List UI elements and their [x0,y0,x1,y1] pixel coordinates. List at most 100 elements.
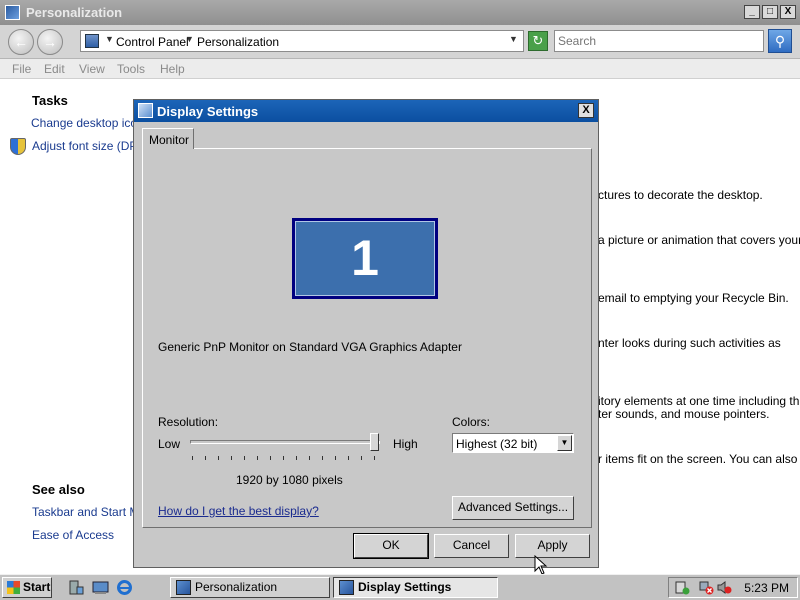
breadcrumb-control-panel[interactable]: Control Panel [116,35,189,49]
search-button[interactable]: ⚲ [768,29,792,53]
taskbar-item-personalization[interactable]: Personalization [170,577,330,598]
slider-tick [309,456,310,460]
mouse-cursor-icon [534,555,548,575]
slider-tick [283,456,284,460]
breadcrumb-personalization[interactable]: Personalization [197,35,279,49]
cancel-button[interactable]: Cancel [434,534,509,558]
close-button[interactable]: X [780,5,796,19]
refresh-button[interactable]: ↻ [528,31,548,51]
change-desktop-icons-link[interactable]: Change desktop icons [31,116,150,130]
taskbar-item-display-settings[interactable]: Display Settings [333,577,498,598]
monitor-tab-panel [142,148,592,528]
slider-tick [374,456,375,460]
slider-tick [231,456,232,460]
clock[interactable]: 5:23 PM [744,581,789,595]
dialog-close-button[interactable]: X [578,103,594,118]
resolution-low-label: Low [158,437,181,451]
network-disconnected-icon[interactable] [699,580,714,595]
slider-tick [257,456,258,460]
shield-icon [10,138,26,155]
dropdown-arrow-icon[interactable]: ▼ [557,435,572,451]
dialog-title: Display Settings [157,104,259,119]
menu-edit[interactable]: Edit [44,62,65,76]
display-settings-dialog: Display Settings X Monitor 1 Generic PnP… [133,99,599,568]
taskbar: Start Personalization Display Settings 5… [0,574,800,600]
resolution-slider-track[interactable] [190,440,380,444]
menu-bar: File Edit View Tools Help [0,59,800,79]
forward-button[interactable]: → [37,29,63,55]
menu-view[interactable]: View [79,62,105,76]
minimize-button[interactable]: _ [744,5,760,19]
ok-button[interactable]: OK [353,533,429,559]
volume-muted-icon[interactable] [717,580,732,595]
windows-logo-icon [7,581,20,594]
address-bar-area: ← → ▼ Control Panel ▼ Personalization ▼ … [0,25,800,59]
window-title: Personalization [26,5,123,20]
colors-dropdown[interactable]: Highest (32 bit) ▼ [452,433,574,453]
slider-tick [335,456,336,460]
display-settings-desc: r items fit on the screen. You can also [598,452,798,466]
desktop-background-desc: ctures to decorate the desktop. [598,188,763,202]
forward-arrow-icon: → [43,34,57,50]
personalization-icon [5,5,20,20]
menu-help[interactable]: Help [160,62,185,76]
system-tray: 5:23 PM [668,577,798,598]
caption-buttons: _ □ X [744,5,796,19]
slider-tick [218,456,219,460]
start-label: Start [23,580,51,594]
address-field[interactable]: ▼ Control Panel ▼ Personalization ▼ [80,30,524,52]
colors-label: Colors: [452,415,491,429]
screen-saver-desc: a picture or animation that covers your [598,233,800,247]
display-icon [339,580,354,595]
internet-explorer-icon[interactable] [116,579,133,596]
tab-monitor[interactable]: Monitor [142,128,194,149]
ease-of-access-link[interactable]: Ease of Access [32,528,114,542]
breadcrumb-chevron-icon[interactable]: ▼ [185,34,194,44]
address-dropdown-icon[interactable]: ▼ [509,34,518,44]
display-icon [138,103,153,118]
monitor-number: 1 [295,221,435,296]
security-tray-icon[interactable] [675,580,690,595]
breadcrumb-chevron-icon[interactable]: ▼ [105,34,114,44]
menu-file[interactable]: File [12,62,31,76]
show-desktop-icon[interactable] [92,579,109,596]
monitor-graphic[interactable]: 1 [292,218,438,299]
server-manager-icon[interactable] [68,579,85,596]
slider-tick [322,456,323,460]
resolution-high-label: High [393,437,418,451]
refresh-icon: ↻ [532,33,544,48]
see-also-heading: See also [32,482,85,497]
start-button[interactable]: Start [2,577,52,598]
theme-desc-2: ter sounds, and mouse pointers. [598,407,770,421]
advanced-settings-button[interactable]: Advanced Settings... [452,496,574,520]
slider-tick [361,456,362,460]
dialog-titlebar: Display Settings X [134,100,598,122]
window-titlebar: Personalization _ □ X [0,0,800,25]
search-icon: ⚲ [774,33,786,49]
taskbar-item-label: Display Settings [358,580,452,594]
slider-tick [348,456,349,460]
mouse-pointers-desc: nter looks during such activities as [598,336,781,350]
maximize-button[interactable]: □ [762,5,778,19]
search-field[interactable] [554,30,764,52]
resolution-label: Resolution: [158,415,219,429]
adjust-font-size-link[interactable]: Adjust font size (DPI) [32,139,145,153]
sounds-desc: email to emptying your Recycle Bin. [598,291,789,305]
slider-tick [205,456,206,460]
taskbar-item-label: Personalization [195,580,278,594]
slider-tick [296,456,297,460]
best-display-help-link[interactable]: How do I get the best display? [158,504,319,518]
apply-button[interactable]: Apply [515,534,590,558]
search-input[interactable] [555,31,763,51]
menu-tools[interactable]: Tools [117,62,145,76]
tasks-heading: Tasks [32,93,68,108]
slider-tick [192,456,193,460]
resolution-slider-thumb[interactable] [370,433,379,451]
back-button[interactable]: ← [8,29,34,55]
slider-tick [244,456,245,460]
personalization-icon [176,580,191,595]
back-arrow-icon: ← [14,34,28,50]
monitor-description: Generic PnP Monitor on Standard VGA Grap… [158,340,462,354]
control-panel-icon [85,34,99,48]
slider-tick [270,456,271,460]
